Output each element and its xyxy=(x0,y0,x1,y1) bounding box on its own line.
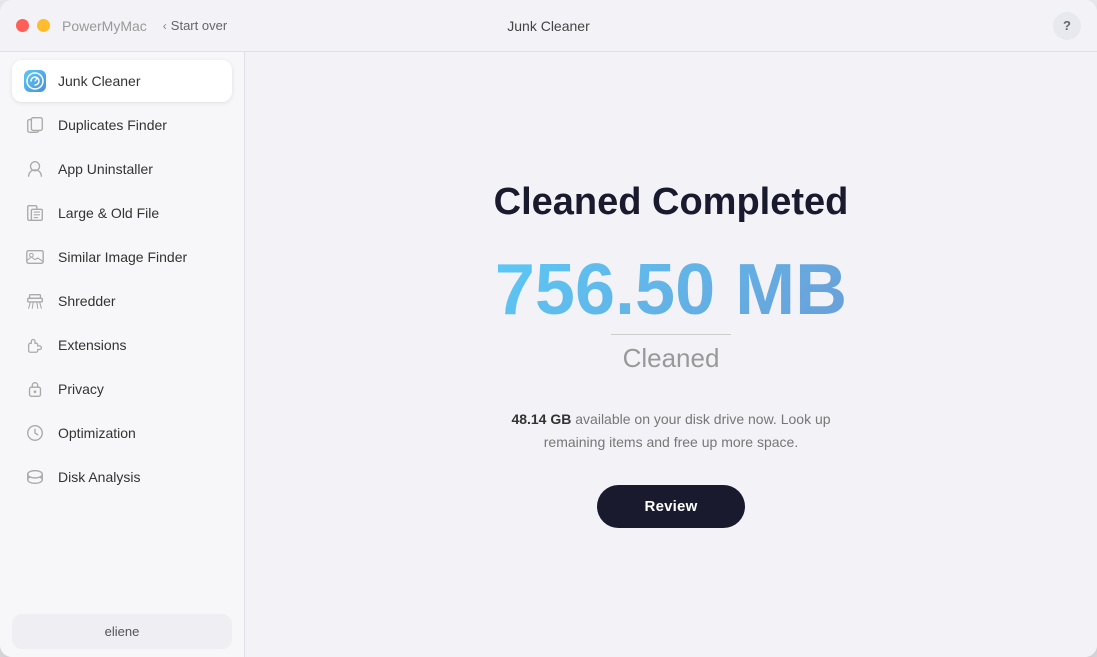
sidebar-item-app-uninstaller[interactable]: App Uninstaller xyxy=(12,148,232,190)
sidebar-label-similar-image-finder: Similar Image Finder xyxy=(58,249,187,265)
sidebar-label-shredder: Shredder xyxy=(58,293,116,309)
chevron-left-icon: ‹ xyxy=(163,19,167,33)
sidebar-label-junk-cleaner: Junk Cleaner xyxy=(58,73,141,89)
sidebar-item-large-old-file[interactable]: Large & Old File xyxy=(12,192,232,234)
amount-divider xyxy=(611,334,731,335)
cleaned-amount: 756.50 MB xyxy=(495,254,847,326)
optimization-icon xyxy=(24,422,46,444)
shredder-icon xyxy=(24,290,46,312)
sidebar-label-disk-analysis: Disk Analysis xyxy=(58,469,140,485)
minimize-button[interactable] xyxy=(37,19,50,32)
sidebar-label-optimization: Optimization xyxy=(58,425,136,441)
app-uninstaller-icon xyxy=(24,158,46,180)
sidebar-item-shredder[interactable]: Shredder xyxy=(12,280,232,322)
start-over-label: Start over xyxy=(171,18,227,33)
junk-cleaner-icon xyxy=(24,70,46,92)
sidebar-item-disk-analysis[interactable]: Disk Analysis xyxy=(12,456,232,498)
title-bar: PowerMyMac ‹ Start over Junk Cleaner ? xyxy=(0,0,1097,52)
sidebar-item-duplicates-finder[interactable]: Duplicates Finder xyxy=(12,104,232,146)
start-over-button[interactable]: ‹ Start over xyxy=(163,18,227,33)
sidebar-label-privacy: Privacy xyxy=(58,381,104,397)
disk-analysis-icon xyxy=(24,466,46,488)
sidebar-item-junk-cleaner[interactable]: Junk Cleaner xyxy=(12,60,232,102)
amount-label: Cleaned xyxy=(623,343,720,374)
sidebar-item-similar-image-finder[interactable]: Similar Image Finder xyxy=(12,236,232,278)
amount-container: 756.50 MB Cleaned xyxy=(495,254,847,374)
sidebar-item-optimization[interactable]: Optimization xyxy=(12,412,232,454)
close-button[interactable] xyxy=(16,19,29,32)
duplicates-finder-icon xyxy=(24,114,46,136)
content-area: Cleaned Completed 756.50 MB Cleaned 48.1… xyxy=(245,52,1097,657)
similar-image-finder-icon xyxy=(24,246,46,268)
extensions-icon xyxy=(24,334,46,356)
privacy-icon xyxy=(24,378,46,400)
cleaned-title: Cleaned Completed xyxy=(494,181,849,224)
main-layout: Junk Cleaner Duplicates Finder xyxy=(0,52,1097,657)
sidebar-item-privacy[interactable]: Privacy xyxy=(12,368,232,410)
sidebar: Junk Cleaner Duplicates Finder xyxy=(0,52,245,657)
disk-info: 48.14 GB available on your disk drive no… xyxy=(491,408,851,453)
sidebar-label-extensions: Extensions xyxy=(58,337,126,353)
large-old-file-icon xyxy=(24,202,46,224)
app-name: PowerMyMac xyxy=(62,18,147,34)
review-button[interactable]: Review xyxy=(597,485,746,528)
disk-space-amount: 48.14 GB xyxy=(511,411,571,427)
sidebar-items: Junk Cleaner Duplicates Finder xyxy=(12,60,232,606)
sidebar-label-duplicates-finder: Duplicates Finder xyxy=(58,117,167,133)
sidebar-label-large-old-file: Large & Old File xyxy=(58,205,159,221)
help-button[interactable]: ? xyxy=(1053,12,1081,40)
sidebar-item-extensions[interactable]: Extensions xyxy=(12,324,232,366)
help-icon: ? xyxy=(1063,18,1071,33)
sidebar-user[interactable]: eliene xyxy=(12,614,232,649)
sidebar-label-app-uninstaller: App Uninstaller xyxy=(58,161,153,177)
window-title: Junk Cleaner xyxy=(507,18,590,34)
app-window: PowerMyMac ‹ Start over Junk Cleaner ? xyxy=(0,0,1097,657)
traffic-lights xyxy=(16,19,50,32)
disk-info-text: available on your disk drive now. Look u… xyxy=(544,411,831,449)
user-name: eliene xyxy=(105,624,140,639)
